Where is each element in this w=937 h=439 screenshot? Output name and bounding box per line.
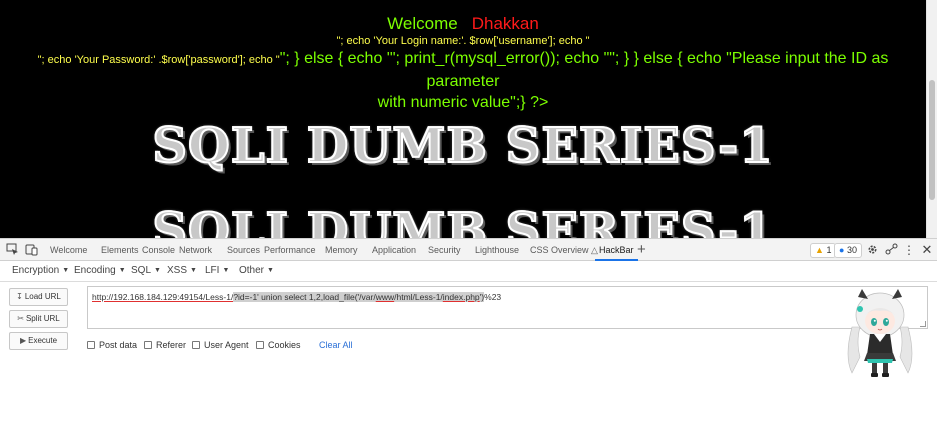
url-query-part: index.php — [442, 292, 480, 302]
checkbox-box[interactable] — [87, 341, 95, 349]
execute-button[interactable]: ▶ Execute — [9, 332, 68, 350]
tab-sources[interactable]: Sources — [227, 239, 260, 261]
chevron-down-icon: ▼ — [62, 267, 70, 274]
clear-all-link[interactable]: Clear All — [319, 340, 353, 350]
referer-checkbox[interactable]: Referer — [144, 340, 186, 350]
php-source-line-1: "; echo 'Your Login name:'. $row['userna… — [336, 35, 590, 47]
split-url-button[interactable]: ✂ Split URL — [9, 310, 68, 328]
tab-lighthouse[interactable]: Lighthouse — [475, 239, 519, 261]
menu-lfi[interactable]: LFI ▼ — [205, 265, 229, 276]
menu-xss[interactable]: XSS ▼ — [167, 265, 197, 276]
welcome-text: Welcome — [387, 14, 458, 33]
close-icon[interactable]: ✕ — [920, 243, 934, 257]
php-else-fragment: "; } else { echo '"; print_r(mysql_error… — [279, 50, 889, 90]
tab-elements[interactable]: Elements — [101, 239, 139, 261]
play-icon: ▶ — [19, 336, 27, 345]
tab-css-overview[interactable]: CSS Overview △ — [530, 239, 598, 261]
tab-hackbar[interactable]: HackBar — [595, 239, 638, 261]
load-url-button[interactable]: ↧ Load URL — [9, 288, 68, 306]
message-icon: ● — [839, 245, 845, 255]
checkbox-box[interactable] — [192, 341, 200, 349]
inspect-element-icon[interactable] — [5, 243, 19, 257]
warnings-badge[interactable]: ▲ 1 — [810, 243, 837, 258]
tab-security[interactable]: Security — [428, 239, 461, 261]
devtools-panel: Welcome Elements Console Network Sources… — [0, 238, 937, 439]
share-icon[interactable] — [884, 243, 898, 257]
tab-memory[interactable]: Memory — [325, 239, 358, 261]
warning-icon: ▲ — [815, 245, 824, 255]
post-data-label: Post data — [99, 340, 138, 350]
device-toolbar-icon[interactable] — [24, 243, 38, 257]
menu-encoding-label: Encoding — [74, 265, 116, 276]
url-input[interactable]: http://192.168.184.129:49154/Less-1/?id=… — [87, 286, 928, 329]
menu-sql[interactable]: SQL ▼ — [131, 265, 161, 276]
chevron-down-icon: ▼ — [118, 267, 126, 274]
url-query-part: /html/Less-1/ — [394, 292, 443, 302]
gear-icon[interactable] — [865, 243, 879, 257]
series-banner-repeat: SQLI DUMB SERIES-1 — [151, 202, 774, 238]
more-icon[interactable]: ⋮ — [902, 243, 916, 257]
menu-xss-label: XSS — [167, 265, 188, 276]
menu-other[interactable]: Other ▼ — [239, 265, 274, 276]
url-selected-query: ?id=-1' union select 1,2,load_file('/var… — [233, 292, 485, 302]
menu-lfi-label: LFI — [205, 265, 220, 276]
hackbar-menu: Encryption ▼ Encoding ▼ SQL ▼ XSS ▼ LFI ▼ Oth… — [0, 261, 937, 282]
chevron-down-icon: ▼ — [190, 267, 197, 274]
username-text: Dhakkan — [471, 14, 539, 33]
warnings-count: 1 — [826, 245, 832, 255]
chevron-down-icon: ▼ — [222, 267, 230, 274]
menu-encryption[interactable]: Encryption ▼ — [12, 265, 69, 276]
referer-label: Referer — [156, 340, 187, 350]
split-url-label: Split URL — [25, 314, 60, 323]
url-query-part: www — [375, 292, 395, 302]
page-scrollbar[interactable] — [926, 0, 937, 238]
menu-encryption-label: Encryption — [12, 265, 60, 276]
tab-console[interactable]: Console — [142, 239, 175, 261]
url-prefix: http://192.168.184.129:49154/Less-1/ — [92, 292, 234, 302]
cookies-label: Cookies — [268, 340, 301, 350]
menu-other-label: Other — [239, 265, 265, 276]
scrollbar-thumb[interactable] — [929, 80, 935, 200]
series-banner: SQLI DUMB SERIES-1 — [151, 117, 774, 175]
chevron-down-icon: ▼ — [154, 267, 161, 274]
tab-network[interactable]: Network — [179, 239, 212, 261]
download-icon: ↧ — [16, 292, 23, 301]
url-query-part: ?id=-1' union select 1,2,load_file('/var… — [233, 292, 376, 302]
chevron-down-icon: ▼ — [267, 267, 274, 274]
menu-encoding[interactable]: Encoding ▼ — [74, 265, 126, 276]
checkbox-box[interactable] — [144, 341, 152, 349]
tab-application[interactable]: Application — [372, 239, 416, 261]
scissors-icon: ✂ — [17, 314, 24, 323]
devtools-tabbar: Welcome Elements Console Network Sources… — [0, 238, 937, 261]
cookies-checkbox[interactable]: Cookies — [256, 340, 301, 350]
execute-label: Execute — [28, 336, 58, 345]
php-source-line-2: "; echo 'Your Password:' .$row['password… — [0, 48, 926, 113]
user-agent-checkbox[interactable]: User Agent — [192, 340, 249, 350]
checkbox-box[interactable] — [256, 341, 264, 349]
welcome-line: Welcome Dhakkan — [0, 14, 926, 34]
tab-welcome[interactable]: Welcome — [50, 239, 87, 261]
php-end-fragment: with numeric value";} ?> — [377, 94, 549, 111]
menu-sql-label: SQL — [131, 265, 152, 276]
add-tab-icon[interactable]: + — [637, 239, 646, 261]
messages-count: 30 — [846, 245, 857, 255]
tab-css-overview-label: CSS Overview — [530, 245, 589, 255]
page-viewport: Welcome Dhakkan "; echo 'Your Login name:… — [0, 0, 926, 238]
tab-performance[interactable]: Performance — [264, 239, 316, 261]
user-agent-label: User Agent — [204, 340, 249, 350]
php-password-fragment: "; echo 'Your Password:' .$row['password… — [37, 54, 280, 66]
post-data-checkbox[interactable]: Post data — [87, 340, 137, 350]
anime-mascot-image — [847, 289, 913, 377]
messages-badge[interactable]: ● 30 — [834, 243, 862, 258]
url-suffix: %23 — [484, 292, 502, 302]
load-url-label: Load URL — [24, 292, 61, 301]
